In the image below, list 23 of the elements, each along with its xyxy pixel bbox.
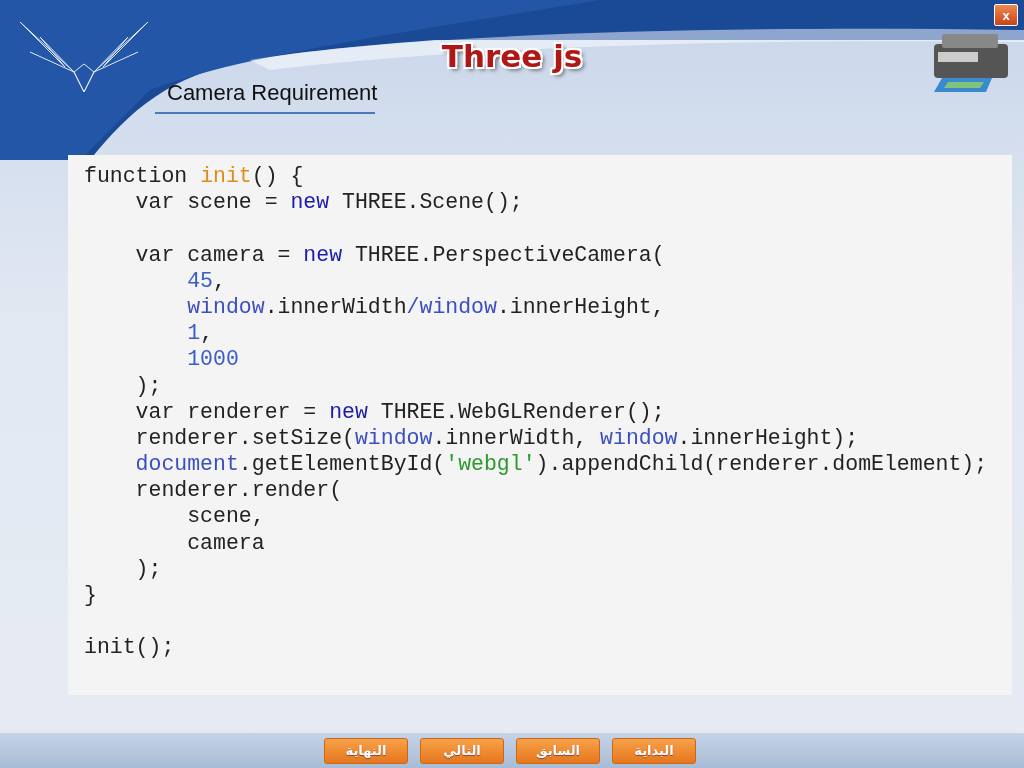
code-line: 1, [186, 320, 215, 347]
close-button[interactable]: x [994, 4, 1018, 26]
code-line: var renderer = new THREE.WebGLRenderer(); [134, 398, 666, 425]
code-line: camera [186, 529, 266, 556]
code-line: var camera = new THREE.PerspectiveCamera( [134, 241, 666, 268]
nav-button[interactable]: النهاية [324, 737, 408, 764]
code-line: var scene = new THREE.Scene(); [134, 189, 524, 216]
code-line: init(); [84, 634, 176, 661]
code-line: ); [134, 372, 163, 399]
code-line: window.innerWidth/window.innerHeight, [186, 293, 666, 321]
code-line: renderer.setSize(window.innerWidth, window.innerHeight); [134, 424, 860, 452]
code-line: 45, [186, 267, 227, 294]
slide-title: Three js [441, 38, 583, 74]
code-line: renderer.render( [134, 477, 344, 504]
nav-button[interactable]: التالي [420, 737, 504, 764]
code-line: function init() { [84, 163, 305, 190]
code-line: scene, [186, 503, 266, 530]
nav-button[interactable]: البداية [612, 737, 696, 764]
nav-button[interactable]: السابق [516, 737, 600, 764]
code-line: ); [134, 555, 163, 582]
code-line: document.getElementById('webgl').appendChild(renderer.domElement); [134, 451, 989, 478]
code-line: } [84, 582, 98, 609]
code-line: 1000 [186, 346, 240, 373]
